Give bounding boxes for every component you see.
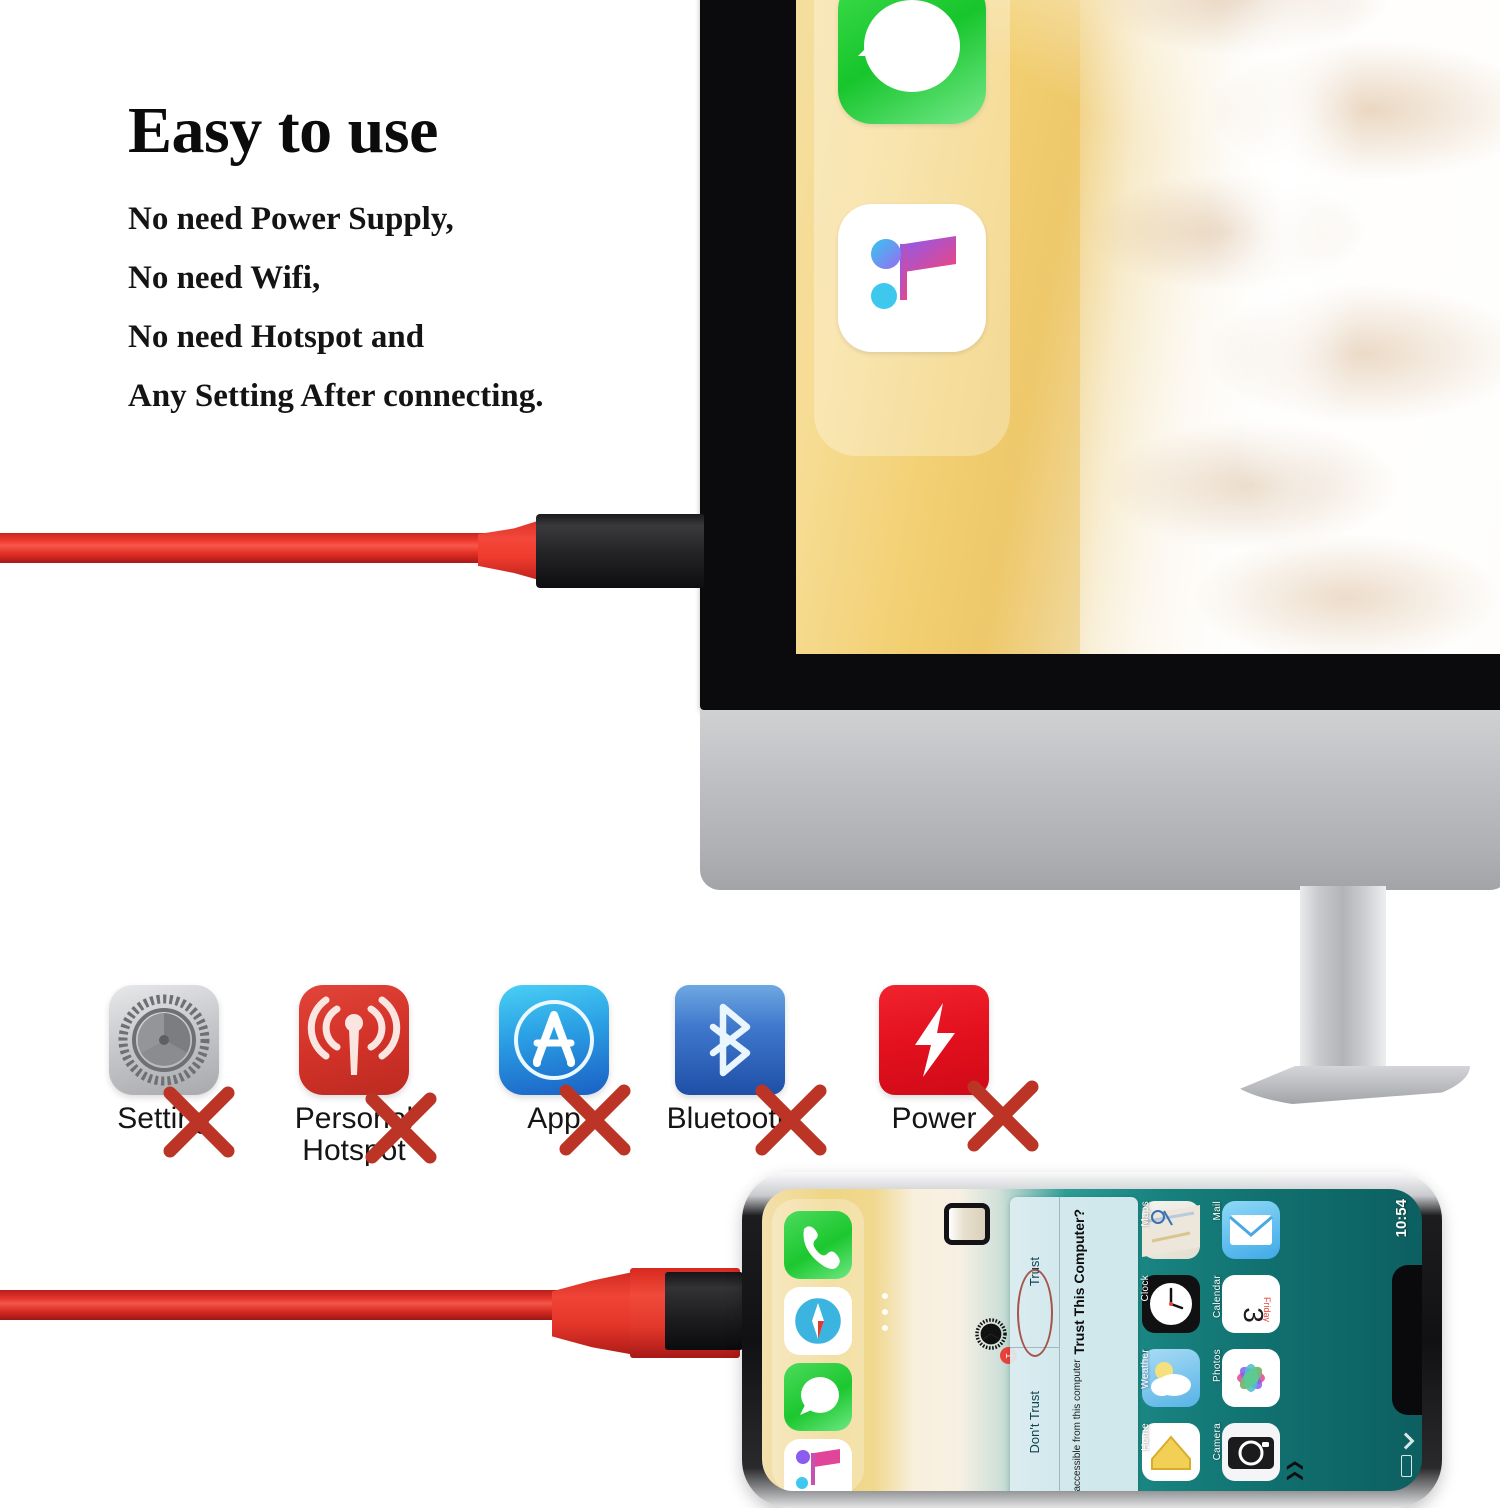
imac-stand-neck xyxy=(1300,886,1386,1086)
status-bar-time: 10:54 xyxy=(1393,1199,1410,1238)
feature-icon-strip: Setting Personal Hotspot App Bluetooth P… xyxy=(74,985,1054,1185)
app-store-icon[interactable] xyxy=(499,985,609,1095)
app-label-calendar: Calendar xyxy=(1212,1275,1223,1318)
bullet-line: No need Wifi, xyxy=(128,260,321,297)
messages-bubble-icon xyxy=(800,1377,839,1415)
dont-trust-button[interactable]: Don't Trust xyxy=(1010,1347,1059,1491)
folder-preview xyxy=(949,1208,985,1240)
feature-setting: Setting xyxy=(74,985,254,1158)
app-label-photos: Photos xyxy=(1212,1349,1223,1382)
cable-top-wire xyxy=(0,533,508,563)
bullet-line: No need Hotspot and xyxy=(128,319,425,356)
bullet-line: No need Power Supply, xyxy=(128,201,454,238)
imac-bezel: Settings xyxy=(700,0,1500,710)
dialog-divider xyxy=(1059,1197,1060,1491)
feature-power: Power xyxy=(844,985,1039,1152)
dock-app-music[interactable] xyxy=(784,1439,852,1491)
svg-text:3: 3 xyxy=(1238,1307,1269,1323)
calendar-icon: Friday 3 xyxy=(1226,1279,1276,1329)
phone-handset-icon xyxy=(803,1226,840,1269)
iphone-device: 1 Trust This Computer? Your settings and… xyxy=(742,1172,1442,1508)
settings-gear-icon[interactable] xyxy=(109,985,219,1095)
app-photos[interactable] xyxy=(1222,1349,1280,1407)
iphone-screen: 1 Trust This Computer? Your settings and… xyxy=(762,1189,1422,1491)
dock-app-music[interactable] xyxy=(838,204,986,352)
page-dot xyxy=(882,1293,888,1299)
personal-hotspot-icon[interactable] xyxy=(299,985,409,1095)
safari-compass-icon xyxy=(792,1295,844,1347)
app-label-clock: Clock xyxy=(1140,1275,1151,1302)
cable-top-connector xyxy=(536,514,704,588)
page-dot xyxy=(882,1325,888,1331)
app-label-maps: Maps xyxy=(1140,1201,1151,1227)
dock-app-messages[interactable] xyxy=(784,1363,852,1431)
page-title: Easy to use xyxy=(128,94,438,167)
mail-envelope-icon xyxy=(1229,1215,1273,1245)
bullet-list: No need Power Supply, No need Wifi, No n… xyxy=(128,203,728,413)
app-mail[interactable] xyxy=(1222,1201,1280,1259)
cable-bottom-connector-tip xyxy=(665,1272,743,1350)
music-note-icon xyxy=(796,1449,840,1489)
settings-gear-icon[interactable] xyxy=(974,1317,1008,1351)
imac-chin xyxy=(700,710,1500,890)
trust-button-highlight-ring xyxy=(1017,1269,1053,1357)
page-indicator-dots xyxy=(1032,0,1047,11)
app-camera[interactable] xyxy=(1222,1423,1280,1481)
app-calendar[interactable]: Friday 3 xyxy=(1222,1275,1280,1333)
photos-flower-icon xyxy=(1237,1364,1265,1392)
page-dot xyxy=(882,1309,888,1315)
feature-label: Bluetooth xyxy=(666,1102,794,1135)
app-label-home: Home xyxy=(1140,1423,1151,1451)
dock-app-messages[interactable] xyxy=(838,0,986,124)
battery-icon xyxy=(1401,1455,1412,1477)
trust-computer-dialog: Trust This Computer? Your settings and d… xyxy=(1010,1197,1138,1491)
dock-app-phone[interactable] xyxy=(784,1211,852,1279)
iphone-dock xyxy=(772,1199,864,1491)
imac-monitor: Settings xyxy=(700,0,1500,1108)
app-label-camera: Camera xyxy=(1212,1423,1223,1461)
imac-screen: Settings xyxy=(796,0,1500,654)
feature-personal-hotspot: Personal Hotspot xyxy=(264,985,444,1166)
dont-trust-button-label: Don't Trust xyxy=(1027,1390,1042,1454)
page-indicator-dots xyxy=(882,1293,888,1341)
mirrored-dock xyxy=(814,0,1010,456)
cable-bottom-wire xyxy=(0,1290,576,1320)
iphone-notch xyxy=(1392,1265,1422,1415)
app-label-weather: Weather xyxy=(1140,1349,1151,1389)
music-note-icon xyxy=(871,236,956,309)
product-marketing-image: Easy to use No need Power Supply, No nee… xyxy=(0,0,1500,1508)
feature-label: Personal Hotspot xyxy=(294,1102,414,1167)
wifi-signal-icon xyxy=(1397,1432,1415,1450)
camera-icon xyxy=(1228,1437,1274,1469)
trust-dialog-title: Trust This Computer? xyxy=(1071,1209,1087,1355)
feature-label: Power xyxy=(891,1102,977,1135)
iphone-home-app-grid: Maps Mail Clock Friday 3 Calendar Weathe… xyxy=(1136,1195,1366,1491)
dock-app-safari[interactable] xyxy=(784,1287,852,1355)
app-label-mail: Mail xyxy=(1212,1201,1223,1221)
bluetooth-icon[interactable] xyxy=(675,985,785,1095)
home-screen-folder[interactable] xyxy=(944,1203,990,1245)
imac-stand-foot xyxy=(1220,1066,1470,1108)
feature-bluetooth: Bluetooth xyxy=(640,985,827,1156)
trust-dialog-message: Your settings and data will be accessibl… xyxy=(1072,1354,1097,1491)
trust-dialog-body: Trust This Computer? Your settings and d… xyxy=(1060,1197,1138,1491)
feature-label: App xyxy=(527,1102,581,1135)
feature-label: Setting xyxy=(117,1102,211,1135)
headline-block: Easy to use No need Power Supply, No nee… xyxy=(128,96,728,439)
bullet-line: Any Setting After connecting. xyxy=(128,378,544,415)
power-lightning-icon[interactable] xyxy=(879,985,989,1095)
feature-app: App xyxy=(464,985,644,1156)
